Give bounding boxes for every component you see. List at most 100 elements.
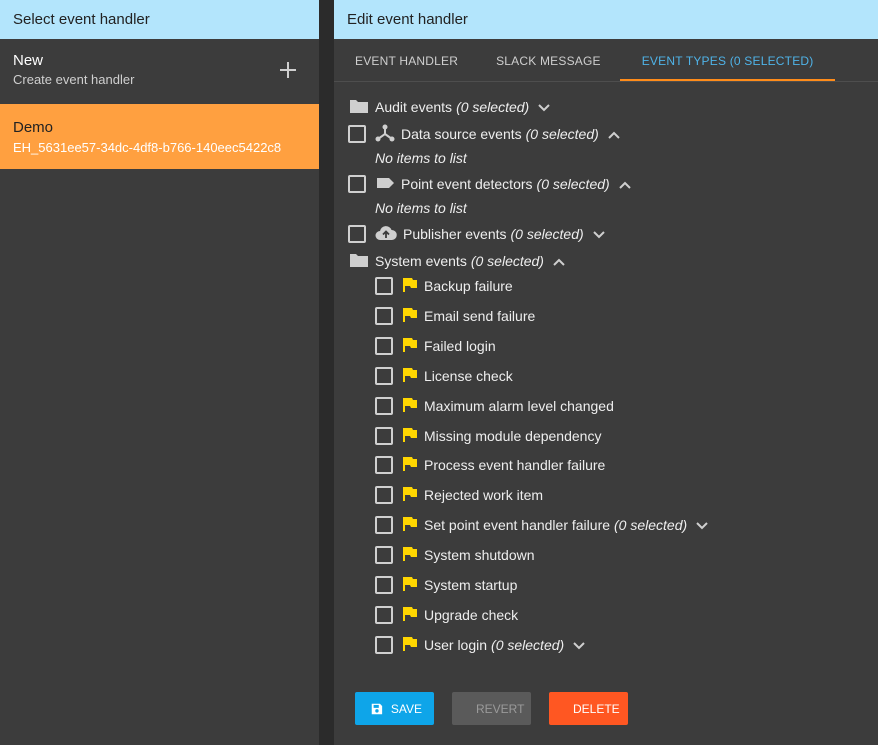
system-event-checkbox[interactable]	[375, 546, 393, 564]
save-icon	[371, 703, 383, 714]
hub-icon	[375, 124, 395, 145]
folder-icon	[349, 98, 369, 117]
flag-icon	[402, 516, 418, 535]
label-icon	[375, 176, 395, 193]
add-handler-icon[interactable]	[279, 61, 297, 79]
chevron-down-icon[interactable]	[538, 99, 550, 115]
group-count: (0 selected)	[510, 226, 584, 242]
flag-icon	[402, 367, 418, 386]
flag-icon	[402, 337, 418, 356]
chevron-down-icon[interactable]	[696, 517, 708, 533]
edit-handler-header: Edit event handler	[334, 0, 878, 39]
flag-icon	[402, 486, 418, 505]
system-event-checkbox[interactable]	[375, 397, 393, 415]
point-detectors-empty-text: No items to list	[375, 200, 467, 216]
chevron-up-icon[interactable]	[618, 176, 631, 192]
flag-icon	[402, 397, 418, 416]
system-event-item[interactable]: Backup failure	[375, 274, 513, 298]
group-label: Data source events	[401, 126, 522, 142]
system-event-checkbox[interactable]	[375, 516, 393, 534]
system-event-checkbox[interactable]	[375, 576, 393, 594]
group-publisher-events[interactable]: Publisher events (0 selected)	[348, 222, 605, 246]
group-point-event-detectors[interactable]: Point event detectors (0 selected)	[348, 172, 631, 196]
new-handler-item[interactable]: New Create event handler	[0, 39, 319, 104]
system-event-item[interactable]: System startup	[375, 573, 517, 597]
system-event-checkbox[interactable]	[375, 456, 393, 474]
revert-label: REVERT	[476, 701, 525, 716]
flag-icon	[402, 546, 418, 565]
group-audit-events[interactable]: Audit events (0 selected)	[349, 95, 550, 119]
system-event-item[interactable]: Process event handler failure	[375, 453, 605, 477]
system-event-label: Backup failure	[424, 278, 513, 294]
chevron-up-icon[interactable]	[608, 126, 620, 142]
system-event-label: Process event handler failure	[424, 457, 606, 473]
system-event-label: Set point event handler failure	[424, 517, 611, 533]
tab-slack-message[interactable]: SLACK MESSAGE	[477, 39, 620, 81]
flag-icon	[402, 307, 418, 326]
system-event-checkbox[interactable]	[375, 606, 393, 624]
point-detectors-checkbox[interactable]	[348, 175, 366, 193]
flag-icon	[402, 456, 418, 475]
system-event-label: Rejected work item	[424, 487, 544, 503]
tab-bar: EVENT HANDLER SLACK MESSAGE EVENT TYPES …	[334, 39, 878, 82]
system-event-item[interactable]: Upgrade check	[375, 603, 518, 627]
tab-event-handler[interactable]: EVENT HANDLER	[336, 39, 477, 81]
data-source-checkbox[interactable]	[348, 125, 366, 143]
system-event-item[interactable]: License check	[375, 364, 513, 388]
system-event-item[interactable]: User login (0 selected)	[375, 633, 585, 657]
system-event-checkbox[interactable]	[375, 636, 393, 654]
flag-icon	[402, 606, 418, 625]
system-event-label: License check	[424, 368, 513, 384]
system-event-checkbox[interactable]	[375, 337, 393, 355]
chevron-down-icon[interactable]	[592, 226, 605, 242]
system-event-item[interactable]: Failed login	[375, 334, 496, 358]
group-count: (0 selected)	[525, 126, 599, 142]
system-event-checkbox[interactable]	[375, 307, 393, 325]
delete-button[interactable]: DELETE	[549, 692, 628, 725]
system-event-label: Email send failure	[424, 308, 536, 324]
revert-button[interactable]: REVERT	[452, 692, 531, 725]
system-event-checkbox[interactable]	[375, 486, 393, 504]
group-count: (0 selected)	[456, 99, 530, 115]
system-event-item[interactable]: Email send failure	[375, 304, 535, 328]
group-label: Audit events	[375, 99, 453, 115]
flag-icon	[402, 636, 418, 655]
system-event-item[interactable]: Maximum alarm level changed	[375, 394, 614, 418]
publisher-checkbox[interactable]	[348, 225, 366, 243]
flag-icon	[402, 576, 418, 595]
system-event-label: Upgrade check	[424, 607, 519, 623]
system-event-checkbox[interactable]	[375, 427, 393, 445]
system-event-label: Missing module dependency	[424, 428, 602, 444]
group-label: Publisher events	[403, 226, 507, 242]
system-event-label: Failed login	[424, 338, 496, 354]
system-event-item[interactable]: System shutdown	[375, 543, 535, 567]
group-label: Point event detectors	[401, 176, 533, 192]
system-event-item[interactable]: Missing module dependency	[375, 424, 601, 448]
save-label: SAVE	[390, 701, 422, 716]
handler-item-demo[interactable]: Demo EH_5631ee57-34dc-4df8-b766-140eec54…	[0, 104, 319, 169]
edit-handler-panel: Edit event handler EVENT HANDLER SLACK M…	[334, 0, 878, 745]
chevron-up-icon[interactable]	[553, 253, 565, 269]
group-system-events[interactable]: System events (0 selected)	[349, 249, 565, 273]
new-handler-subtitle: Create event handler	[13, 72, 135, 87]
delete-label: DELETE	[573, 701, 620, 716]
save-button[interactable]: SAVE	[355, 692, 434, 725]
data-source-empty-text: No items to list	[375, 150, 467, 166]
handler-item-id: EH_5631ee57-34dc-4df8-b766-140eec5422c8	[13, 140, 282, 155]
folder-icon	[349, 252, 369, 271]
system-event-item[interactable]: Set point event handler failure (0 select…	[375, 513, 708, 537]
system-event-count: (0 selected)	[491, 637, 565, 653]
system-event-label: User login	[424, 637, 488, 653]
flag-icon	[402, 427, 418, 446]
group-data-source-events[interactable]: Data source events (0 selected)	[348, 122, 620, 146]
cloud-upload-icon	[375, 225, 397, 244]
system-event-item[interactable]: Rejected work item	[375, 483, 543, 507]
group-count: (0 selected)	[536, 176, 610, 192]
tab-event-types[interactable]: EVENT TYPES (0 SELECTED)	[619, 39, 836, 81]
system-event-checkbox[interactable]	[375, 367, 393, 385]
system-event-checkbox[interactable]	[375, 277, 393, 295]
chevron-down-icon[interactable]	[573, 637, 585, 653]
system-event-count: (0 selected)	[614, 517, 688, 533]
system-event-label: System startup	[424, 577, 518, 593]
system-event-label: System shutdown	[424, 547, 535, 563]
